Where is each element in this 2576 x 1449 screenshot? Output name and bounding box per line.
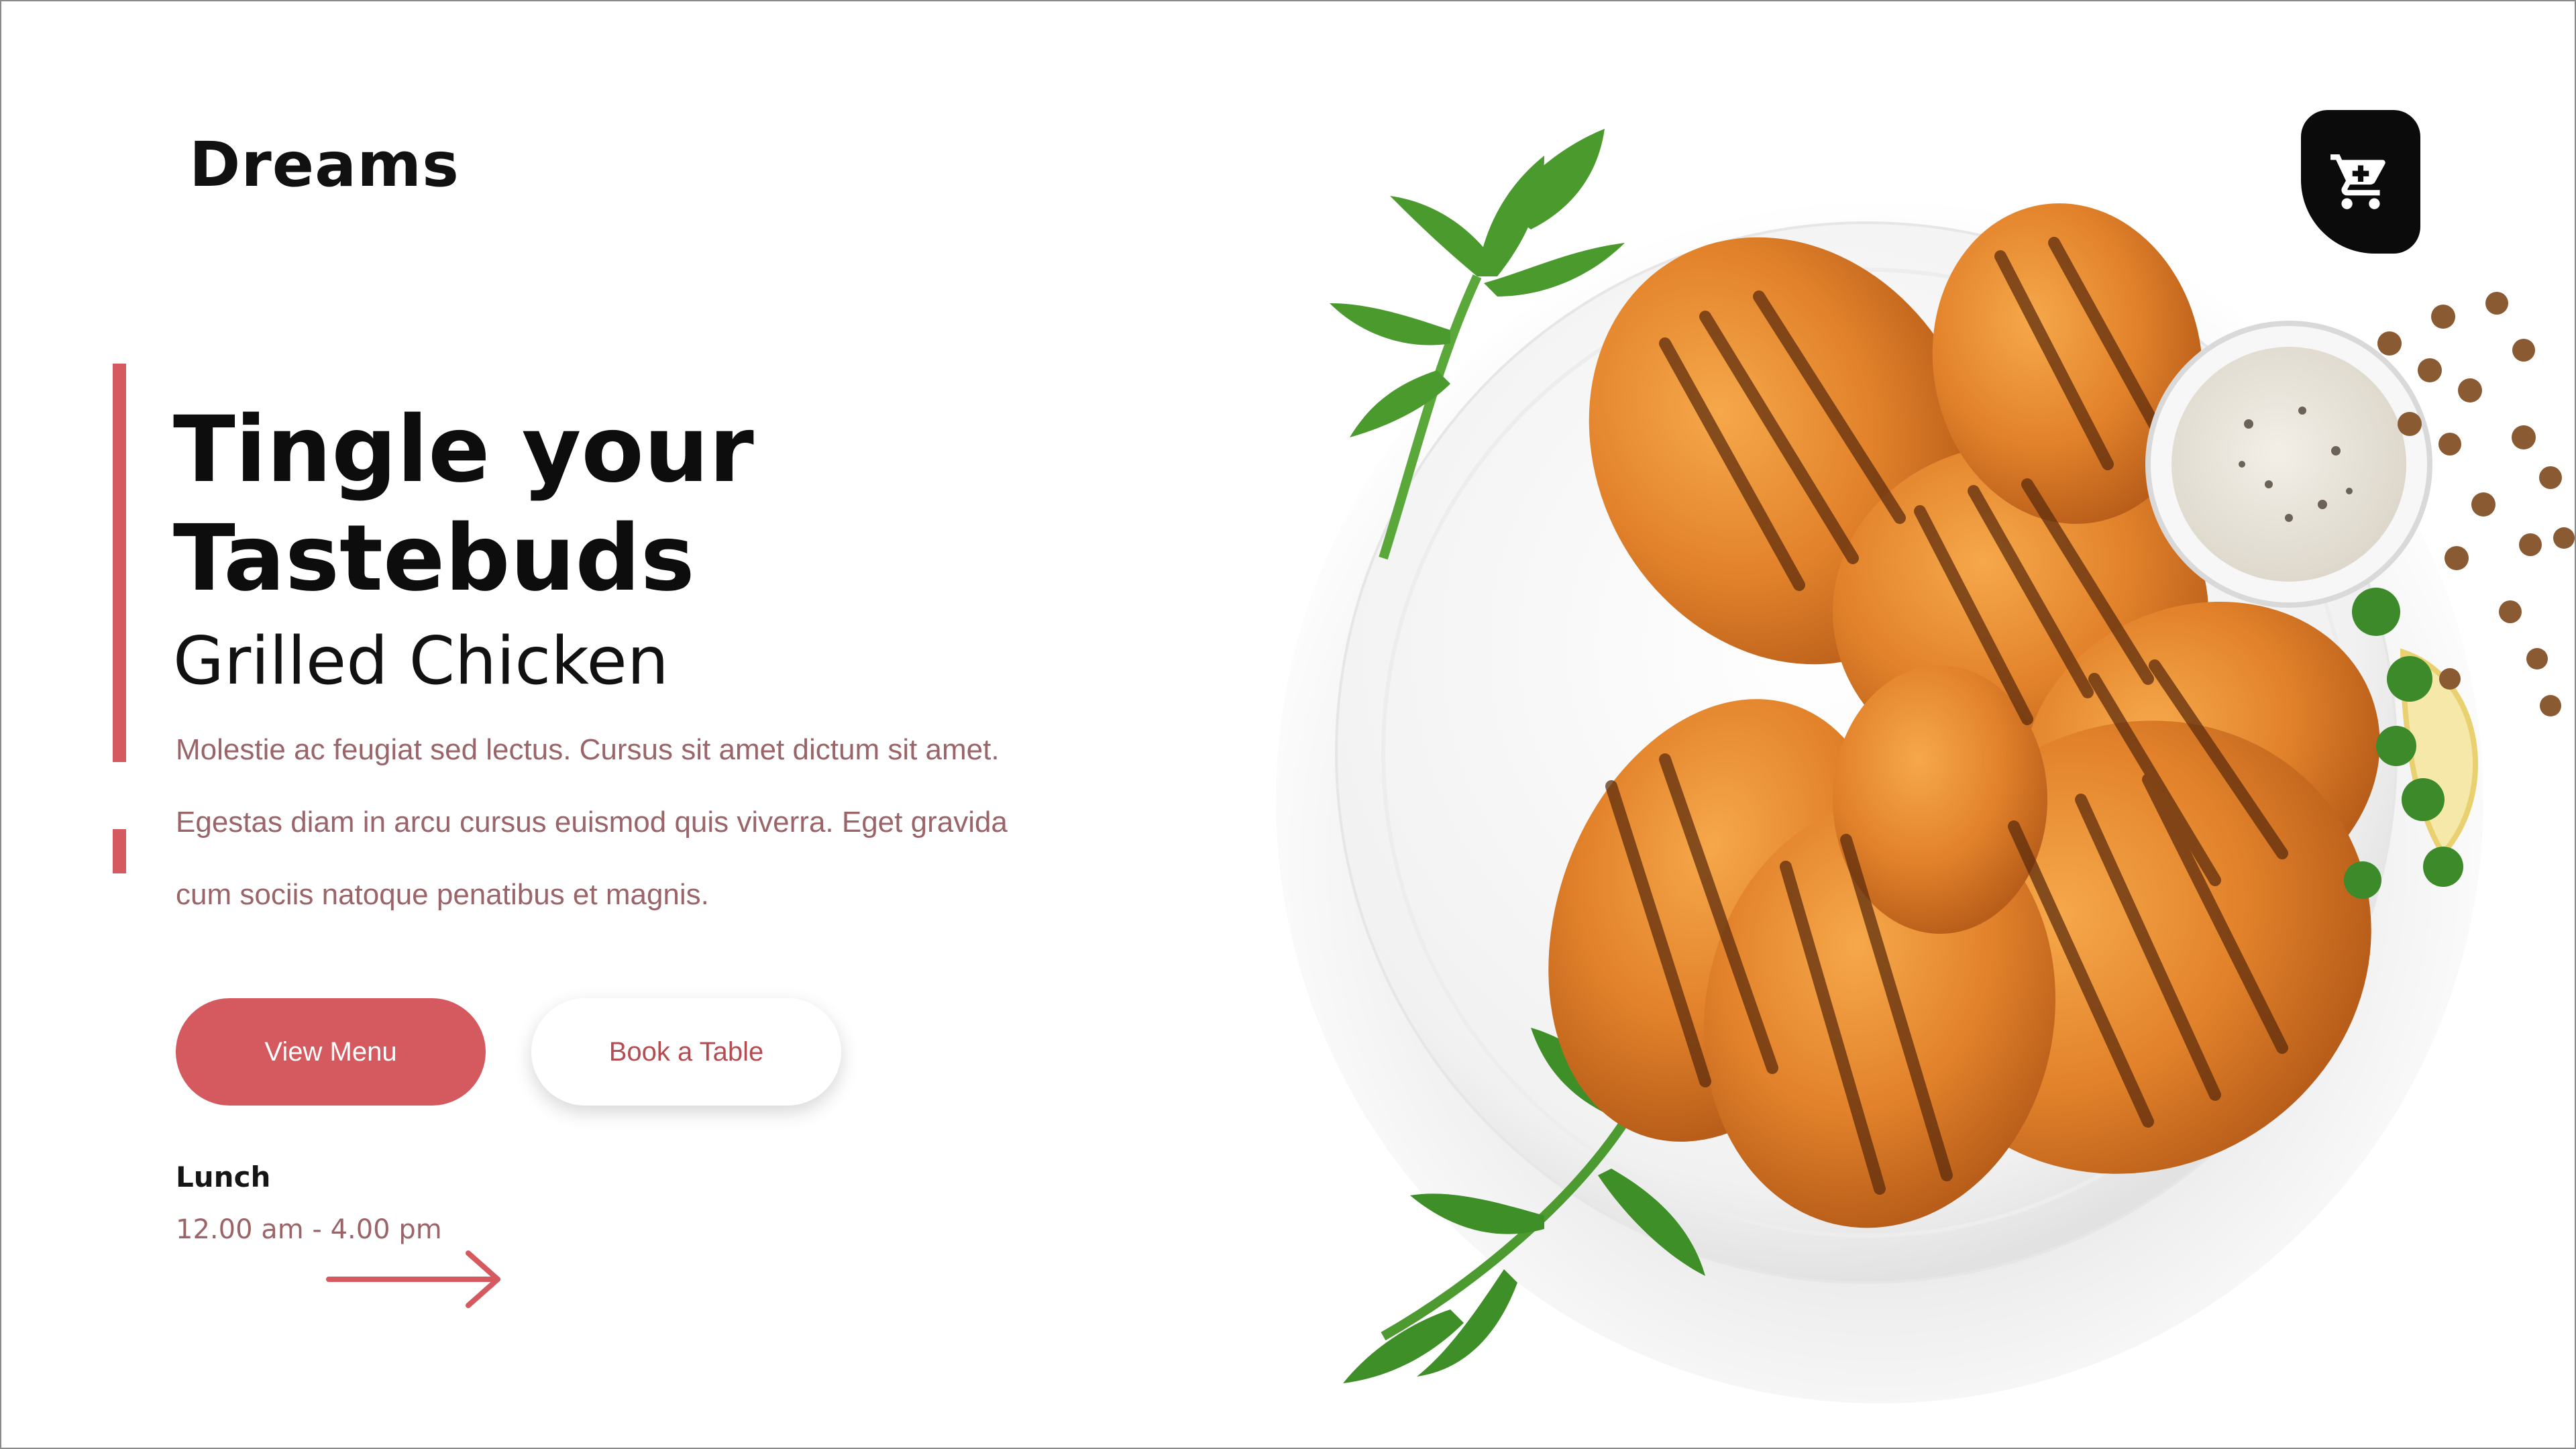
description-line: Molestie ac feugiat sed lectus. Cursus s… <box>176 733 1000 766</box>
hero-description: Molestie ac feugiat sed lectus. Cursus s… <box>176 714 1102 931</box>
brand-logo[interactable]: Dreams <box>189 129 460 201</box>
accent-bar <box>113 364 126 762</box>
hero-subheadline: Grilled Chicken <box>173 623 669 700</box>
headline-line-1: Tingle your <box>173 397 754 503</box>
accent-bar-small <box>113 829 126 873</box>
hours-value: 12.00 am - 4.00 pm <box>176 1214 442 1245</box>
headline-line-2: Tastebuds <box>173 506 695 612</box>
landing-page: Dreams Tingle your Tastebuds Grilled Chi… <box>0 0 2576 1449</box>
book-table-button[interactable]: Book a Table <box>531 998 841 1106</box>
arrow-right-icon[interactable] <box>326 1249 507 1309</box>
hero-headline: Tingle your Tastebuds <box>173 396 978 613</box>
cart-icon <box>2330 154 2385 209</box>
grilled-chicken-image <box>1276 129 2575 1403</box>
description-line: Egestas diam in arcu cursus euismod quis… <box>176 806 1008 839</box>
description-line: cum sociis natoque penatibus et magnis. <box>176 878 709 911</box>
view-menu-button[interactable]: View Menu <box>176 998 486 1106</box>
hours-label: Lunch <box>176 1161 271 1193</box>
